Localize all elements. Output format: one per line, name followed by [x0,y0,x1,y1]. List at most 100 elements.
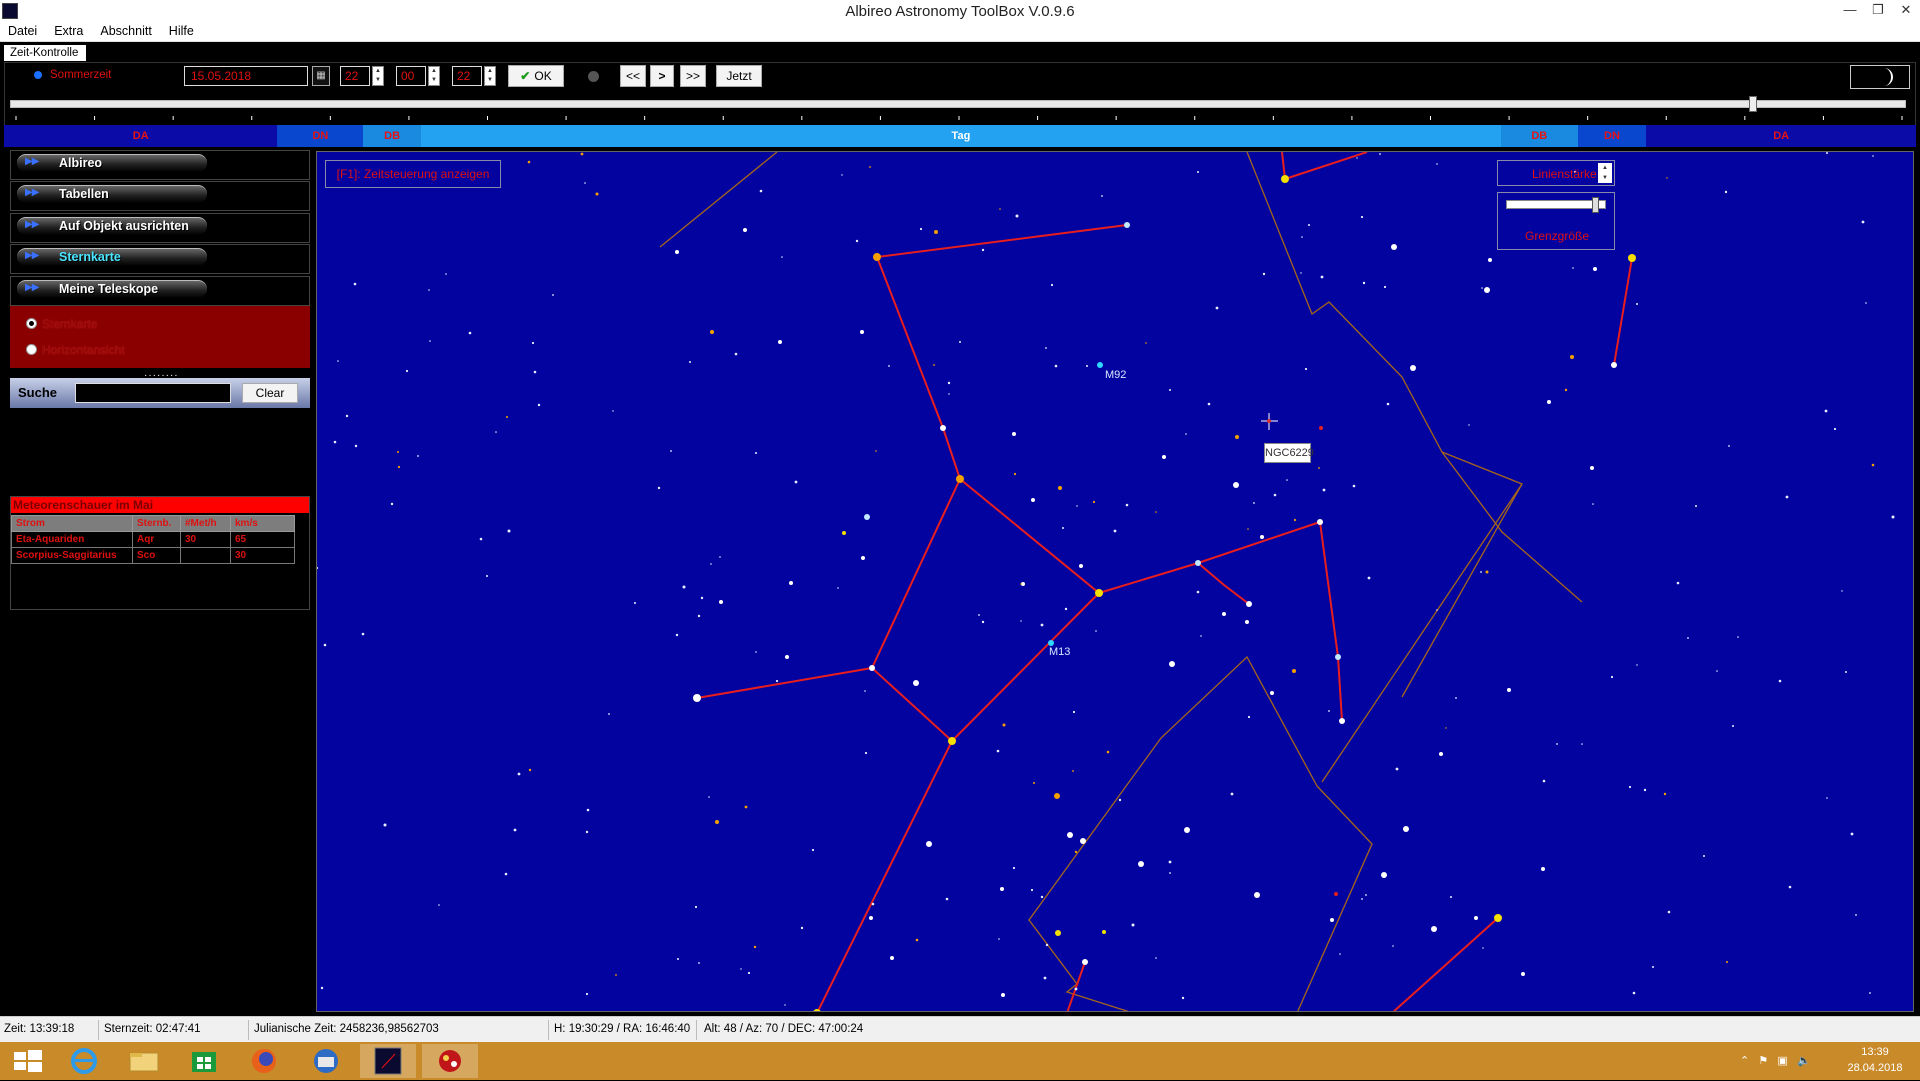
star[interactable] [1521,972,1525,976]
star[interactable] [1494,914,1502,922]
star[interactable] [940,425,946,431]
nav-sternkarte[interactable]: ▶▶ Sternkarte [10,244,310,274]
star[interactable] [1054,793,1060,799]
star[interactable] [1541,867,1545,871]
table-row[interactable]: Eta-Aquariden Aqr 30 65 [11,531,295,548]
nav-meine-teleskope[interactable]: ▶▶ Meine Teleskope [10,276,310,306]
minimize-button[interactable]: — [1836,0,1864,22]
star[interactable] [778,340,782,344]
star[interactable] [1391,244,1397,250]
star[interactable] [1593,267,1597,271]
star[interactable] [789,581,793,585]
star[interactable] [926,841,932,847]
star[interactable] [743,228,747,232]
object-label-m13[interactable]: M13 [1049,646,1070,658]
star[interactable] [1403,826,1409,832]
star[interactable] [1195,560,1201,566]
star[interactable] [860,330,864,334]
star[interactable] [1339,718,1345,724]
now-button[interactable]: Jetzt [716,65,762,87]
star[interactable] [785,655,789,659]
star[interactable] [1334,892,1338,896]
star[interactable] [1233,482,1239,488]
star[interactable] [1058,486,1062,490]
star[interactable] [1488,258,1492,262]
albireo-app-icon[interactable] [360,1044,416,1078]
second-spin-arrows-icon[interactable]: ▲ ▼ [484,66,496,86]
star[interactable] [1082,959,1088,965]
star[interactable] [1292,669,1296,673]
star[interactable] [842,531,846,535]
star[interactable] [675,250,679,254]
minute-value[interactable]: 00 [396,66,426,86]
limiting-magnitude-slider-track[interactable] [1506,200,1606,209]
menu-datei[interactable]: Datei [0,22,46,41]
show-time-control-button[interactable]: [F1]: Zeitsteuerung anzeigen [325,160,501,188]
clear-button[interactable]: Clear [242,383,298,403]
star[interactable] [1222,612,1226,616]
step-forward-button[interactable]: >> [680,65,706,87]
star[interactable] [1124,222,1130,228]
search-input[interactable] [75,383,231,403]
store-icon[interactable] [176,1044,232,1078]
star[interactable] [1484,287,1490,293]
radio-label-sternkarte[interactable]: Sternkarte [42,317,97,331]
file-explorer-icon[interactable] [116,1044,172,1078]
system-tray-icons[interactable]: ⌃ ⚑ ▣ 🔈 [1740,1054,1811,1067]
limiting-magnitude-slider-thumb[interactable] [1592,197,1600,213]
radio-sternkarte[interactable] [26,318,37,329]
star[interactable] [869,916,873,920]
taskbar-clock[interactable]: 13:39 28.04.2018 [1840,1044,1910,1076]
menu-hilfe[interactable]: Hilfe [161,22,203,41]
star[interactable] [1067,832,1073,838]
star[interactable] [861,556,865,560]
second-value[interactable]: 22 [452,66,482,86]
star[interactable] [1162,455,1166,459]
nav-albireo[interactable]: ▶▶ Albireo [10,150,310,180]
star[interactable] [719,600,723,604]
star[interactable] [1246,601,1252,607]
star[interactable] [1079,564,1083,568]
star[interactable] [1335,654,1341,660]
star[interactable] [1080,838,1086,844]
star[interactable] [1281,175,1289,183]
star[interactable] [890,956,894,960]
nav-tabellen[interactable]: ▶▶ Tabellen [10,181,310,211]
star[interactable] [1410,365,1416,371]
star[interactable] [1245,620,1249,624]
star[interactable] [1611,362,1617,368]
line-width-spin-arrows-icon[interactable]: ▲ ▼ [1598,163,1612,183]
radio-label-horizontansicht[interactable]: Horizontansicht [42,343,125,357]
time-slider-thumb[interactable] [1748,96,1757,112]
star[interactable] [1055,930,1061,936]
star[interactable] [1431,926,1437,932]
step-back-button[interactable]: << [620,65,646,87]
star[interactable] [1270,691,1274,695]
paint-app-icon[interactable] [422,1044,478,1078]
star[interactable] [1439,752,1443,756]
star[interactable] [1169,661,1175,667]
star[interactable] [1628,254,1636,262]
star[interactable] [1507,688,1511,692]
star[interactable] [934,230,938,234]
star[interactable] [864,514,870,520]
star[interactable] [1012,432,1016,436]
firefox-icon[interactable] [236,1044,292,1078]
star[interactable] [1184,827,1190,833]
star[interactable] [1254,892,1260,898]
time-slider-track[interactable] [10,100,1906,108]
record-icon[interactable] [588,71,599,82]
date-field[interactable]: 15.05.2018 [184,66,308,86]
star-map-canvas[interactable]: M92 M13 [317,152,1914,1012]
close-button[interactable]: ✕ [1892,0,1920,22]
restore-button[interactable]: ❐ [1864,0,1892,22]
star[interactable] [1319,426,1323,430]
table-row[interactable]: Scorpius-Saggitarius Sco 30 [11,547,295,564]
minute-spin-arrows-icon[interactable]: ▲ ▼ [428,66,440,86]
star[interactable] [1001,993,1005,997]
internet-explorer-icon[interactable] [56,1044,112,1078]
star[interactable] [1590,466,1594,470]
windows-start-icon[interactable] [0,1044,56,1078]
star[interactable] [1474,916,1478,920]
star[interactable] [1031,498,1035,502]
